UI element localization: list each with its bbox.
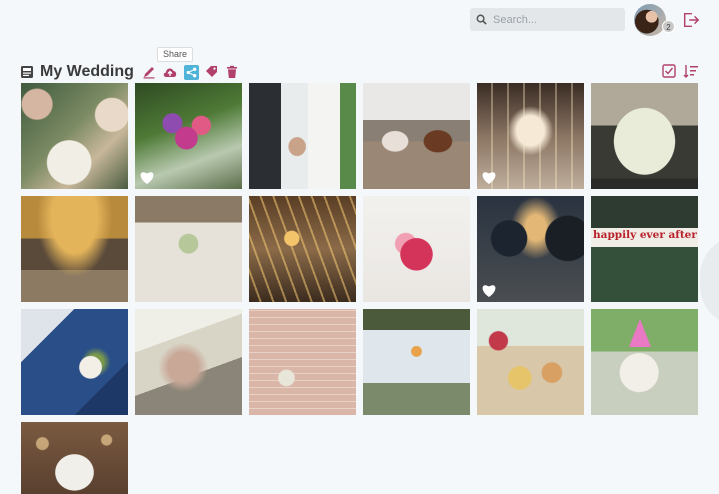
album-toolbar: My Wedding xyxy=(20,62,239,82)
heart-icon[interactable] xyxy=(139,170,155,185)
search-icon xyxy=(476,14,487,25)
photo-autumn-ceremony[interactable] xyxy=(21,196,128,302)
heart-icon[interactable] xyxy=(481,283,497,298)
photo-happily-ever-after-sign[interactable]: happily ever after xyxy=(591,196,698,302)
heart-icon[interactable] xyxy=(481,170,497,185)
search-bar[interactable] xyxy=(470,8,625,31)
photo-snack-platter[interactable] xyxy=(477,309,584,415)
logout-icon[interactable] xyxy=(682,11,700,29)
photo-beach-toast[interactable] xyxy=(363,309,470,415)
notification-badge: 2 xyxy=(662,20,675,33)
sign-text: happily ever after xyxy=(593,229,697,241)
avatar[interactable] xyxy=(634,4,666,36)
photo-bridal-bouquet-pink[interactable] xyxy=(363,196,470,302)
trash-icon[interactable] xyxy=(225,65,239,79)
photo-van-window[interactable] xyxy=(135,309,242,415)
tag-icon[interactable] xyxy=(205,65,219,79)
photo-vintage-van[interactable] xyxy=(591,83,698,189)
photo-couple-shoes[interactable] xyxy=(363,83,470,189)
share-button[interactable] xyxy=(183,64,199,80)
photo-table-setting[interactable] xyxy=(21,83,128,189)
photo-reception-table[interactable] xyxy=(135,196,242,302)
album-title: My Wedding xyxy=(40,63,134,80)
share-tooltip: Share xyxy=(157,47,194,62)
photo-wedding-cake[interactable] xyxy=(21,422,128,494)
photo-string-lights-barn[interactable] xyxy=(477,83,584,189)
photo-holding-hands[interactable] xyxy=(249,83,356,189)
party-hat xyxy=(629,319,651,347)
view-tools xyxy=(662,64,699,78)
photo-brick-wall-candles[interactable] xyxy=(249,309,356,415)
checkbox-icon[interactable] xyxy=(662,64,676,78)
photo-evening-party[interactable] xyxy=(477,196,584,302)
cloud-upload-icon[interactable] xyxy=(162,65,178,79)
photo-flower-bouquet-purple[interactable] xyxy=(135,83,242,189)
side-drawer-handle[interactable] xyxy=(700,236,719,326)
share-icon xyxy=(186,67,197,77)
sort-icon[interactable] xyxy=(683,64,699,78)
photo-car-door-flowers[interactable] xyxy=(21,309,128,415)
pencil-icon[interactable] xyxy=(142,65,156,79)
photo-toast-lights[interactable] xyxy=(249,196,356,302)
photo-party-dog[interactable] xyxy=(591,309,698,415)
search-input[interactable] xyxy=(493,13,621,26)
album-icon xyxy=(21,66,33,78)
